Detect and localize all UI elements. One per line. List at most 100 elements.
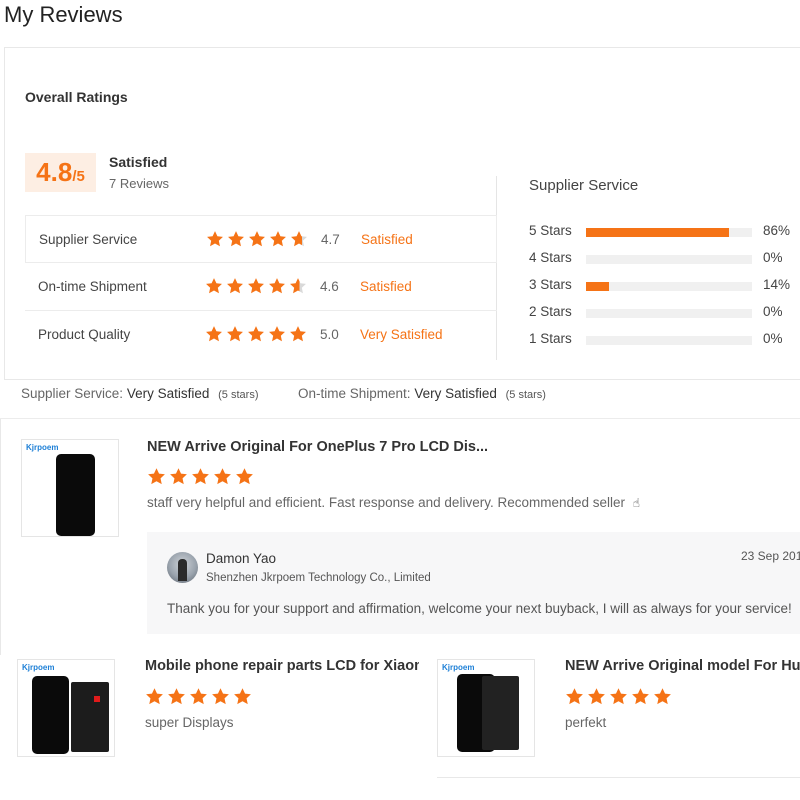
metric-value: 5.0 [320, 327, 339, 342]
summary-value: Very Satisfied [126, 386, 210, 401]
summary-label: On-time Shipment: [298, 386, 411, 401]
review-divider [0, 419, 1, 655]
reply-author-company: Shenzhen Jkrpoem Technology Co., Limited [206, 572, 431, 584]
star-icon [191, 467, 210, 486]
summary-on-time-shipment: On-time Shipment: Very Satisfied (5 star… [298, 386, 546, 401]
distribution-percent: 0% [763, 331, 783, 346]
brand-logo: Kjrpoem [22, 663, 55, 672]
review-star-rating [565, 687, 672, 706]
star-distribution: 5 Stars 86% 4 Stars 0% 3 Stars 14% 2 Sta… [529, 221, 800, 356]
star-icon [167, 687, 186, 706]
brand-logo: Kjrpoem [442, 663, 475, 672]
review-text: perfekt [565, 715, 607, 730]
review-text: super Displays [145, 715, 234, 730]
review-summary-line: Supplier Service: Very Satisfied (5 star… [0, 380, 800, 419]
star-rating [205, 325, 307, 343]
distribution-row: 1 Stars 0% [529, 329, 800, 356]
star-icon [205, 325, 223, 343]
star-icon [147, 467, 166, 486]
metric-row-on-time-shipment: On-time Shipment 4.6 Satisfied [25, 263, 497, 311]
star-icon [235, 467, 254, 486]
phone-screen-image [56, 454, 95, 536]
distribution-percent: 0% [763, 250, 783, 265]
summary-stars: (5 stars) [218, 389, 259, 401]
product-thumbnail[interactable]: Kjrpoem [21, 439, 119, 537]
star-icon [189, 687, 208, 706]
star-icon [653, 687, 672, 706]
star-icon [247, 325, 265, 343]
review-star-rating [147, 467, 254, 486]
star-icon [289, 277, 307, 295]
star-icon [206, 230, 224, 248]
star-icon [213, 467, 232, 486]
lcd-back-image [482, 676, 519, 750]
review-star-rating [145, 687, 252, 706]
metric-status: Satisfied [360, 279, 412, 294]
avatar [167, 552, 198, 583]
star-icon [268, 277, 286, 295]
metric-status: Very Satisfied [360, 327, 443, 342]
product-title-link[interactable]: Mobile phone repair parts LCD for Xiaomi [145, 658, 419, 674]
thumbs-up-icon: ☝ [632, 496, 641, 510]
phone-screen-image [32, 676, 69, 754]
reply-author-name: Damon Yao [206, 551, 277, 566]
metric-value: 4.6 [320, 279, 339, 294]
distribution-percent: 14% [763, 277, 791, 292]
reply-date: 23 Sep 2019 [741, 549, 800, 563]
distribution-bar-track [586, 309, 752, 318]
metric-name: Product Quality [38, 327, 131, 342]
product-title-link[interactable]: NEW Arrive Original For OnePlus 7 Pro LC… [147, 439, 487, 455]
red-marker [94, 696, 100, 702]
supplier-reply: Damon Yao Shenzhen Jkrpoem Technology Co… [147, 532, 800, 634]
product-thumbnail[interactable]: Kjrpoem [437, 659, 535, 757]
product-thumbnail[interactable]: Kjrpoem [17, 659, 115, 757]
review-count: 7 Reviews [109, 176, 169, 191]
reply-text: Thank you for your support and affirmati… [167, 601, 792, 616]
star-icon [169, 467, 188, 486]
product-title-link[interactable]: NEW Arrive Original model For Huawei [565, 658, 800, 674]
distribution-row: 3 Stars 14% [529, 275, 800, 302]
rating-metrics: Supplier Service 4.7 Satisfied On-time S… [25, 215, 497, 359]
star-icon [145, 687, 164, 706]
metric-row-supplier-service: Supplier Service 4.7 Satisfied [25, 215, 497, 263]
summary-stars: (5 stars) [505, 389, 546, 401]
distribution-row: 2 Stars 0% [529, 302, 800, 329]
overall-ratings-title: Overall Ratings [25, 89, 128, 105]
star-icon [205, 277, 223, 295]
lcd-back-image [71, 682, 109, 752]
star-rating [205, 277, 307, 295]
star-icon [211, 687, 230, 706]
distribution-label: 3 Stars [529, 277, 572, 292]
distribution-percent: 0% [763, 304, 783, 319]
review-divider [437, 777, 800, 778]
distribution-row: 5 Stars 86% [529, 221, 800, 248]
distribution-bar-fill [586, 282, 610, 291]
star-icon [226, 325, 244, 343]
metric-name: Supplier Service [39, 232, 138, 247]
distribution-label: 5 Stars [529, 223, 572, 238]
distribution-label: 4 Stars [529, 250, 572, 265]
distribution-bar-track [586, 336, 752, 345]
star-icon [587, 687, 606, 706]
star-icon [269, 230, 287, 248]
summary-supplier-service: Supplier Service: Very Satisfied (5 star… [21, 386, 258, 401]
star-icon [290, 230, 308, 248]
overall-score: 4.8 [36, 157, 73, 187]
star-icon [289, 325, 307, 343]
star-icon [226, 277, 244, 295]
metric-row-product-quality: Product Quality 5.0 Very Satisfied [25, 311, 497, 359]
overall-score-suffix: /5 [72, 168, 85, 185]
distribution-bar-fill [586, 228, 729, 237]
metric-value: 4.7 [321, 232, 340, 247]
overall-ratings-card: Overall Ratings 4.8 /5 Satisfied 7 Revie… [4, 47, 800, 380]
metric-status: Satisfied [361, 232, 413, 247]
review-text-content: staff very helpful and efficient. Fast r… [147, 495, 626, 510]
star-icon [268, 325, 286, 343]
distribution-bar-track [586, 282, 752, 291]
star-icon [248, 230, 266, 248]
distribution-label: 1 Stars [529, 331, 572, 346]
star-icon [631, 687, 650, 706]
brand-logo: Kjrpoem [26, 443, 59, 452]
distribution-label: 2 Stars [529, 304, 572, 319]
distribution-bar-track [586, 255, 752, 264]
